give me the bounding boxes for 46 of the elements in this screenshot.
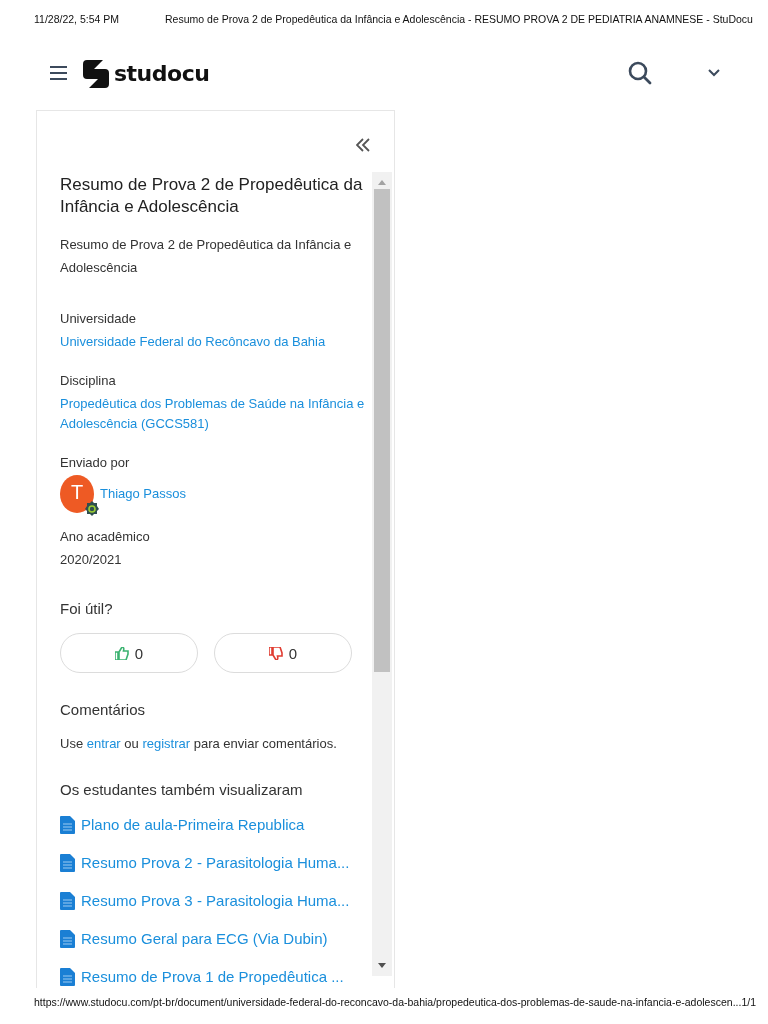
thumbs-up-icon bbox=[114, 646, 129, 660]
field-label: Universidade bbox=[60, 310, 137, 328]
scrollbar[interactable] bbox=[372, 172, 392, 976]
scroll-up-icon bbox=[378, 180, 386, 185]
field-label: Enviado por bbox=[60, 454, 131, 472]
scroll-down-icon bbox=[378, 963, 386, 968]
field-value: 2020/2021 bbox=[60, 551, 123, 569]
field-link[interactable]: Propedêutica dos Problemas de Saúde na Infância e Adolescência (GCCS581) bbox=[60, 394, 366, 434]
related-document-link[interactable]: Resumo Prova 3 - Parasitologia Huma... bbox=[60, 889, 366, 912]
comments-prompt: Use entrar ou registrar para enviar comentários. bbox=[60, 735, 338, 753]
related-document-link[interactable]: Resumo de Prova 1 de Propedêutica ... bbox=[60, 965, 366, 988]
search-icon[interactable] bbox=[628, 61, 652, 85]
document-title: Resumo de Prova 2 de Propedêutica da Infância e Adolescência bbox=[60, 174, 364, 218]
related-document-link[interactable]: Plano de aula-Primeira Republica bbox=[60, 813, 366, 836]
document-icon bbox=[60, 815, 75, 834]
document-icon bbox=[60, 929, 75, 948]
comments-heading: Comentários bbox=[60, 700, 147, 720]
dislike-button[interactable]: 0 bbox=[214, 633, 352, 673]
page-number: 1/1 bbox=[741, 996, 756, 1008]
print-date: 11/28/22, 5:54 PM bbox=[34, 13, 120, 25]
field-label: Ano acadêmico bbox=[60, 528, 151, 546]
document-icon bbox=[60, 853, 75, 872]
related-document-link[interactable]: Resumo Geral para ECG (Via Dubin) bbox=[60, 927, 366, 950]
collapse-icon[interactable] bbox=[356, 137, 370, 153]
field-link[interactable]: Universidade Federal do Recôncavo da Bahia bbox=[60, 332, 366, 352]
scroll-thumb[interactable] bbox=[374, 189, 390, 672]
feedback-question: Foi útil? bbox=[60, 599, 114, 619]
field-label: Disciplina bbox=[60, 372, 117, 390]
like-button[interactable]: 0 bbox=[60, 633, 198, 673]
user-link[interactable]: Thiago Passos bbox=[100, 484, 186, 504]
menu-icon[interactable] bbox=[50, 66, 67, 80]
user-avatar: T bbox=[60, 475, 94, 513]
related-document-link[interactable]: Resumo Prova 2 - Parasitologia Huma... bbox=[60, 851, 366, 874]
logo-text[interactable]: studocu bbox=[114, 60, 210, 86]
text-link[interactable]: registrar bbox=[142, 736, 191, 751]
document-icon bbox=[60, 967, 75, 986]
document-description: Resumo de Prova 2 de Propedêutica da Infância e Adolescência bbox=[60, 236, 353, 277]
related-heading: Os estudantes também visualizaram bbox=[60, 780, 304, 800]
print-title: Resumo de Prova 2 de Propedêutica da Infância e Adolescência - RESUMO PROVA 2 DE PEDIATRIA ANAMNESE - StuDocu bbox=[165, 13, 753, 25]
chevron-down-icon[interactable] bbox=[708, 69, 720, 77]
thumbs-down-icon bbox=[268, 646, 283, 660]
print-url: https://www.studocu.com/pt-br/document/universidade-federal-do-reconcavo-da-bahia/propedeutica-dos-problemas-de-saude-na-infancia-e-adolescen... bbox=[34, 996, 742, 1008]
document-icon bbox=[60, 891, 75, 910]
badge-icon bbox=[84, 501, 100, 517]
logo-icon bbox=[81, 58, 111, 88]
text-link[interactable]: entrar bbox=[86, 736, 121, 751]
